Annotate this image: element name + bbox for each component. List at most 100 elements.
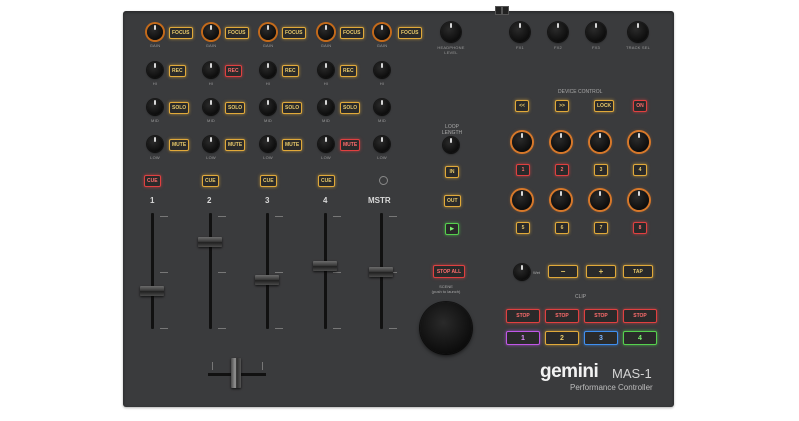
mute-button-4[interactable]: MUTE	[340, 139, 361, 151]
device-knob-2[interactable]	[551, 132, 571, 152]
hi-knob-4[interactable]	[318, 62, 334, 78]
loop-in-button[interactable]: IN	[445, 166, 459, 178]
hi-knob-master[interactable]	[374, 62, 390, 78]
fx1-label: FX1	[516, 45, 524, 50]
hi-knob-2[interactable]	[203, 62, 219, 78]
track-select-knob[interactable]	[628, 22, 648, 42]
mute-button-1[interactable]: MUTE	[169, 139, 190, 151]
loop-length-label: LOOP LENGTH	[441, 124, 463, 136]
low-knob-2[interactable]	[203, 136, 219, 152]
clip-stop-button-2[interactable]: STOP	[545, 309, 579, 323]
device-knob-5[interactable]	[512, 190, 532, 210]
device-knob-6[interactable]	[551, 190, 571, 210]
low-knob-master[interactable]	[374, 136, 390, 152]
gain-label: GAIN	[205, 43, 217, 48]
clip-label: CLIP	[575, 294, 587, 300]
mid-knob-3[interactable]	[260, 99, 276, 115]
fader-cap-1[interactable]	[140, 286, 164, 296]
low-knob-3[interactable]	[260, 136, 276, 152]
loop-length-knob[interactable]	[443, 137, 459, 153]
device-knob-label-5[interactable]: 5	[516, 222, 530, 234]
device-knob-label-3[interactable]: 3	[594, 164, 608, 176]
clip-launch-button-1[interactable]: 1	[506, 331, 540, 345]
solo-button-4[interactable]: SOLO	[340, 102, 361, 114]
fader-tick	[389, 216, 397, 217]
headphone-level-knob[interactable]	[441, 22, 461, 42]
crossfader-cap[interactable]	[231, 358, 241, 388]
focus-button-master[interactable]: FOCUS	[398, 27, 422, 39]
clip-stop-button-1[interactable]: STOP	[506, 309, 540, 323]
clip-stop-button-3[interactable]: STOP	[584, 309, 618, 323]
clip-launch-button-2[interactable]: 2	[545, 331, 579, 345]
focus-button-3[interactable]: FOCUS	[282, 27, 306, 39]
focus-button-1[interactable]: FOCUS	[169, 27, 193, 39]
focus-button-4[interactable]: FOCUS	[340, 27, 364, 39]
solo-button-2[interactable]: SOLO	[225, 102, 246, 114]
mute-button-2[interactable]: MUTE	[225, 139, 246, 151]
gain-knob-4[interactable]	[318, 24, 334, 40]
gain-knob-3[interactable]	[260, 24, 276, 40]
device-knob-1[interactable]	[512, 132, 532, 152]
rec-button-2[interactable]: REC	[225, 65, 242, 77]
model-subtitle: Performance Controller	[570, 383, 653, 392]
mid-knob-1[interactable]	[147, 99, 163, 115]
fader-cap-master[interactable]	[369, 267, 393, 277]
prev-device-button[interactable]: <<	[515, 100, 529, 112]
channel-label-4: 4	[323, 196, 328, 205]
device-knob-3[interactable]	[590, 132, 610, 152]
focus-button-2[interactable]: FOCUS	[225, 27, 249, 39]
cue-button-3[interactable]: CUE	[260, 175, 277, 187]
mid-knob-master[interactable]	[374, 99, 390, 115]
lock-button[interactable]: LOCK	[594, 100, 615, 112]
device-knob-label-4[interactable]: 4	[633, 164, 647, 176]
scene-encoder[interactable]	[420, 302, 472, 354]
low-knob-4[interactable]	[318, 136, 334, 152]
loop-out-button[interactable]: OUT	[444, 195, 461, 207]
device-knob-label-8[interactable]: 8	[633, 222, 647, 234]
tap-button[interactable]: TAP	[623, 265, 653, 278]
hi-knob-1[interactable]	[147, 62, 163, 78]
mid-label: MID	[264, 118, 272, 123]
gain-knob-2[interactable]	[203, 24, 219, 40]
clip-launch-button-3[interactable]: 3	[584, 331, 618, 345]
rec-button-1[interactable]: REC	[169, 65, 186, 77]
fader-cap-2[interactable]	[198, 237, 222, 247]
device-on-button[interactable]: ON	[633, 100, 647, 112]
cue-button-2[interactable]: CUE	[202, 175, 219, 187]
gain-knob-master[interactable]	[374, 24, 390, 40]
gain-knob-1[interactable]	[147, 24, 163, 40]
play-button[interactable]: ▶	[445, 223, 459, 235]
plus-button[interactable]: +	[586, 265, 616, 278]
minus-button[interactable]: −	[548, 265, 578, 278]
fx3-label: FX3	[592, 45, 600, 50]
mid-knob-4[interactable]	[318, 99, 334, 115]
solo-button-1[interactable]: SOLO	[169, 102, 190, 114]
mute-button-3[interactable]: MUTE	[282, 139, 303, 151]
device-knob-label-2[interactable]: 2	[555, 164, 569, 176]
device-knob-label-7[interactable]: 7	[594, 222, 608, 234]
solo-button-3[interactable]: SOLO	[282, 102, 303, 114]
device-knob-8[interactable]	[629, 190, 649, 210]
fx1-knob[interactable]	[510, 22, 530, 42]
hi-knob-3[interactable]	[260, 62, 276, 78]
cue-button-4[interactable]: CUE	[318, 175, 335, 187]
device-knob-label-6[interactable]: 6	[555, 222, 569, 234]
fx2-knob[interactable]	[548, 22, 568, 42]
low-label: LOW	[263, 155, 273, 160]
device-knob-4[interactable]	[629, 132, 649, 152]
fader-cap-3[interactable]	[255, 275, 279, 285]
clip-launch-button-4[interactable]: 4	[623, 331, 657, 345]
device-knob-7[interactable]	[590, 190, 610, 210]
fader-cap-4[interactable]	[313, 261, 337, 271]
next-device-button[interactable]: >>	[555, 100, 569, 112]
stop-all-button[interactable]: STOP ALL	[433, 265, 465, 278]
wet-knob[interactable]	[514, 264, 530, 280]
low-knob-1[interactable]	[147, 136, 163, 152]
rec-button-4[interactable]: REC	[340, 65, 357, 77]
rec-button-3[interactable]: REC	[282, 65, 299, 77]
mid-knob-2[interactable]	[203, 99, 219, 115]
device-knob-label-1[interactable]: 1	[516, 164, 530, 176]
clip-stop-button-4[interactable]: STOP	[623, 309, 657, 323]
fx3-knob[interactable]	[586, 22, 606, 42]
cue-button-1[interactable]: CUE	[144, 175, 161, 187]
